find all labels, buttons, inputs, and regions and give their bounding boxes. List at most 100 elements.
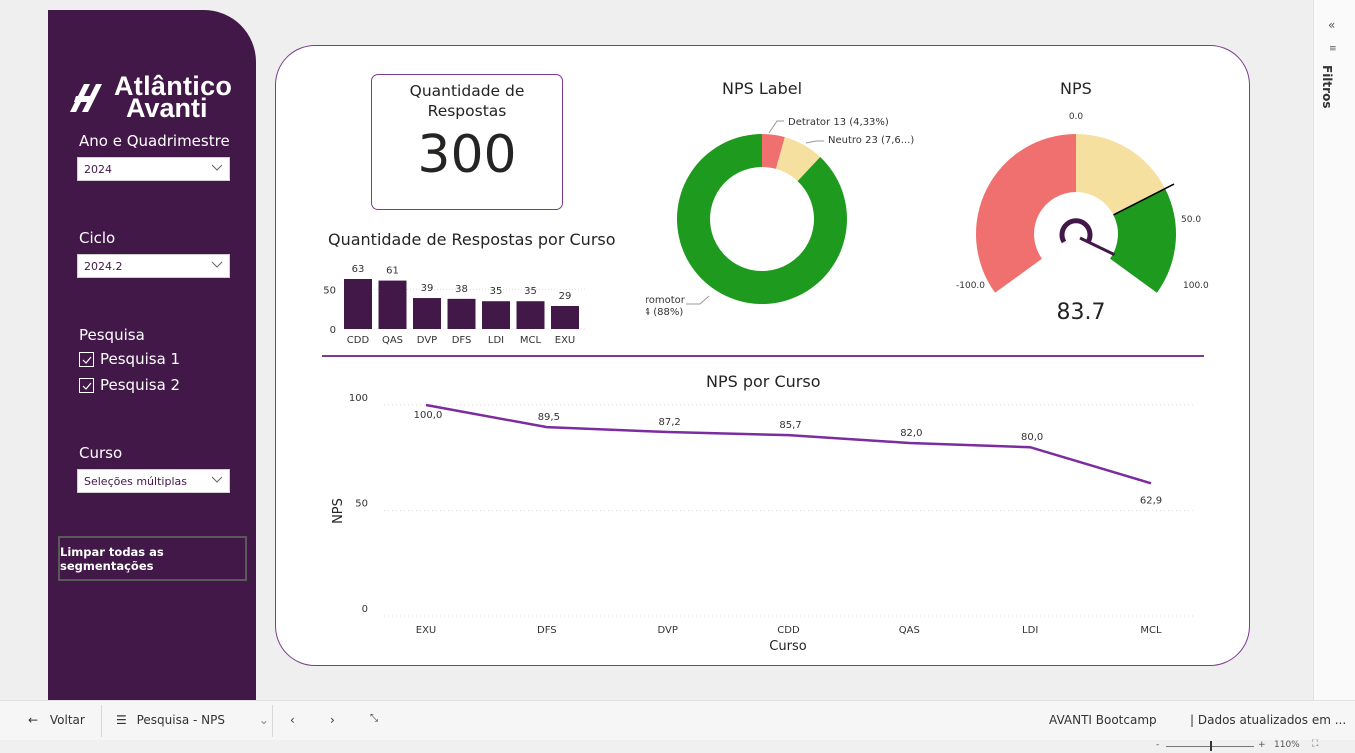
bar-xtick-label: EXU bbox=[555, 335, 576, 346]
line-xtick-label: MCL bbox=[1140, 625, 1162, 636]
pesquisa-1-label: Pesquisa 1 bbox=[100, 350, 181, 368]
filter-sidebar: Atlântico Avanti Ano e Quadrimestre 2024… bbox=[48, 10, 256, 700]
gauge-chart: 0.0 50.0 -100.0 100.0 83.7 bbox=[956, 112, 1209, 325]
checkmark-icon bbox=[82, 382, 92, 390]
donut-label-promotor: Promotor bbox=[646, 295, 686, 306]
bar-ytick-label: 50 bbox=[323, 285, 336, 296]
ciclo-dropdown-value: 2024.2 bbox=[84, 260, 123, 273]
page-selector[interactable]: ☰ Pesquisa - NPS ⌄ bbox=[116, 713, 269, 727]
donut-chart: Detrator 13 (4,33%) Neutro 23 (7,6...) Pro… bbox=[646, 117, 914, 318]
bar-xtick-label: QAS bbox=[382, 335, 403, 346]
report-canvas: Atlântico Avanti Ano e Quadrimestre 2024… bbox=[0, 0, 1355, 753]
next-page-icon[interactable]: › bbox=[330, 713, 335, 727]
section-divider bbox=[322, 355, 1204, 357]
report-navigation-bar: ← Voltar ☰ Pesquisa - NPS ⌄ ‹ › ⤡ AVANTI… bbox=[0, 700, 1355, 740]
filter-pane-collapsed[interactable]: « ≡ Filtros bbox=[1313, 0, 1355, 700]
checkbox[interactable] bbox=[79, 377, 94, 393]
bar-chart: 0 50 63 CDD 61 QAS 39 DVP 38 DFS 35 LDI 35 MCL 29 EXU bbox=[323, 264, 586, 346]
checkmark-icon bbox=[82, 356, 92, 364]
bar-ytick-label: 0 bbox=[330, 325, 336, 336]
back-label: Voltar bbox=[49, 713, 85, 727]
donut-label-promotor-value: 264 (88%) bbox=[646, 307, 683, 318]
line-data-label: 62,9 bbox=[1140, 495, 1162, 506]
ano-dropdown-value: 2024 bbox=[84, 163, 112, 176]
bar-data-label: 63 bbox=[352, 264, 365, 275]
previous-page-icon[interactable]: ‹ bbox=[290, 713, 295, 727]
ciclo-dropdown[interactable]: 2024.2 bbox=[77, 254, 230, 278]
back-button[interactable]: ← Voltar bbox=[28, 713, 85, 727]
gauge-band bbox=[976, 134, 1076, 293]
donut-title: NPS Label bbox=[722, 79, 803, 98]
brand-logo: Atlântico Avanti bbox=[66, 72, 246, 128]
brand-logo-icon bbox=[70, 84, 102, 112]
chevron-down-icon bbox=[211, 261, 223, 268]
pages-icon: ☰ bbox=[116, 713, 127, 727]
line-chart: 0 50 100 100,0 EXU 89,5 DFS 87,2 DVP 85,7 CDD 82,0 Q… bbox=[331, 393, 1196, 654]
checkbox[interactable] bbox=[79, 351, 94, 367]
curso-label: Curso bbox=[79, 444, 123, 462]
kpi-card: Quantidade de Respostas 300 bbox=[371, 74, 563, 210]
line-ytick-label: 50 bbox=[355, 499, 368, 510]
fit-page-icon[interactable]: ⛶ bbox=[1312, 739, 1318, 749]
donut-leader-line bbox=[805, 140, 824, 144]
zoom-level: 110% bbox=[1274, 740, 1300, 750]
gauge-label-mid: 50.0 bbox=[1181, 215, 1201, 225]
pesquisa-1-checkbox[interactable]: Pesquisa 1 bbox=[79, 350, 180, 368]
pesquisa-2-checkbox[interactable]: Pesquisa 2 bbox=[79, 376, 180, 394]
chevron-down-icon bbox=[211, 164, 223, 171]
curso-dropdown[interactable]: Seleções múltiplas bbox=[77, 469, 230, 493]
workspace-name: AVANTI Bootcamp bbox=[1049, 713, 1157, 727]
zoom-out-icon[interactable]: - bbox=[1156, 740, 1159, 750]
chevron-down-icon: ⌄ bbox=[258, 713, 269, 727]
ano-label: Ano e Quadrimestre bbox=[79, 132, 230, 150]
line-data-label: 100,0 bbox=[414, 410, 443, 421]
ano-dropdown[interactable]: 2024 bbox=[77, 157, 230, 181]
bar-data-label: 38 bbox=[455, 284, 468, 295]
line-data-label: 80,0 bbox=[1021, 432, 1043, 443]
filter-pane-label[interactable]: Filtros bbox=[1320, 65, 1334, 108]
donut-slice bbox=[677, 134, 847, 304]
line-chart-title: NPS por Curso bbox=[706, 372, 821, 391]
bar bbox=[516, 301, 545, 329]
bar-chart-title: Quantidade de Respostas por Curso bbox=[328, 230, 616, 249]
page-label: Pesquisa - NPS bbox=[136, 713, 225, 727]
bar-data-label: 29 bbox=[559, 291, 572, 302]
bar-xtick-label: DFS bbox=[452, 335, 472, 346]
donut-label-neutro: Neutro 23 (7,6...) bbox=[828, 135, 914, 146]
expand-icon[interactable]: « bbox=[1328, 18, 1335, 32]
data-updated-status[interactable]: | Dados atualizados em ... bbox=[1190, 713, 1346, 727]
bar-data-label: 61 bbox=[386, 266, 399, 277]
pesquisa-2-label: Pesquisa 2 bbox=[100, 376, 181, 394]
bar bbox=[378, 280, 407, 329]
bar bbox=[482, 301, 510, 329]
separator bbox=[101, 705, 102, 737]
donut-leader-line bbox=[768, 120, 784, 134]
line-yaxis-title: NPS bbox=[331, 498, 346, 524]
chevron-down-icon bbox=[211, 476, 223, 483]
line-series bbox=[425, 403, 1152, 485]
ciclo-label: Ciclo bbox=[79, 229, 116, 247]
kpi-value: 300 bbox=[417, 125, 517, 185]
bar-data-label: 35 bbox=[524, 286, 537, 297]
zoom-in-icon[interactable]: + bbox=[1258, 740, 1266, 750]
bar-xtick-label: LDI bbox=[488, 335, 504, 346]
filter-icon: ≡ bbox=[1329, 44, 1337, 54]
bar-xtick-label: MCL bbox=[520, 335, 542, 346]
zoom-slider-handle[interactable] bbox=[1210, 741, 1212, 751]
pesquisa-label: Pesquisa bbox=[79, 326, 145, 344]
line-ytick-label: 0 bbox=[362, 604, 368, 615]
line-data-label: 85,7 bbox=[779, 420, 801, 431]
focus-mode-icon[interactable]: ⤡ bbox=[370, 713, 378, 724]
gauge-label-max: 100.0 bbox=[1183, 281, 1209, 291]
line-xaxis-title: Curso bbox=[769, 639, 806, 654]
gauge-hub bbox=[1059, 218, 1093, 244]
separator bbox=[272, 705, 273, 737]
bar bbox=[413, 298, 441, 329]
report-card: Quantidade de Respostas 300 Quantidade d… bbox=[275, 45, 1250, 666]
bar bbox=[551, 305, 579, 329]
bar bbox=[447, 298, 476, 329]
donut-leader-line bbox=[686, 295, 710, 305]
line-xtick-label: LDI bbox=[1022, 625, 1038, 636]
line-data-label: 87,2 bbox=[659, 417, 681, 428]
clear-filters-button[interactable]: Limpar todas as segmentações bbox=[58, 536, 247, 581]
